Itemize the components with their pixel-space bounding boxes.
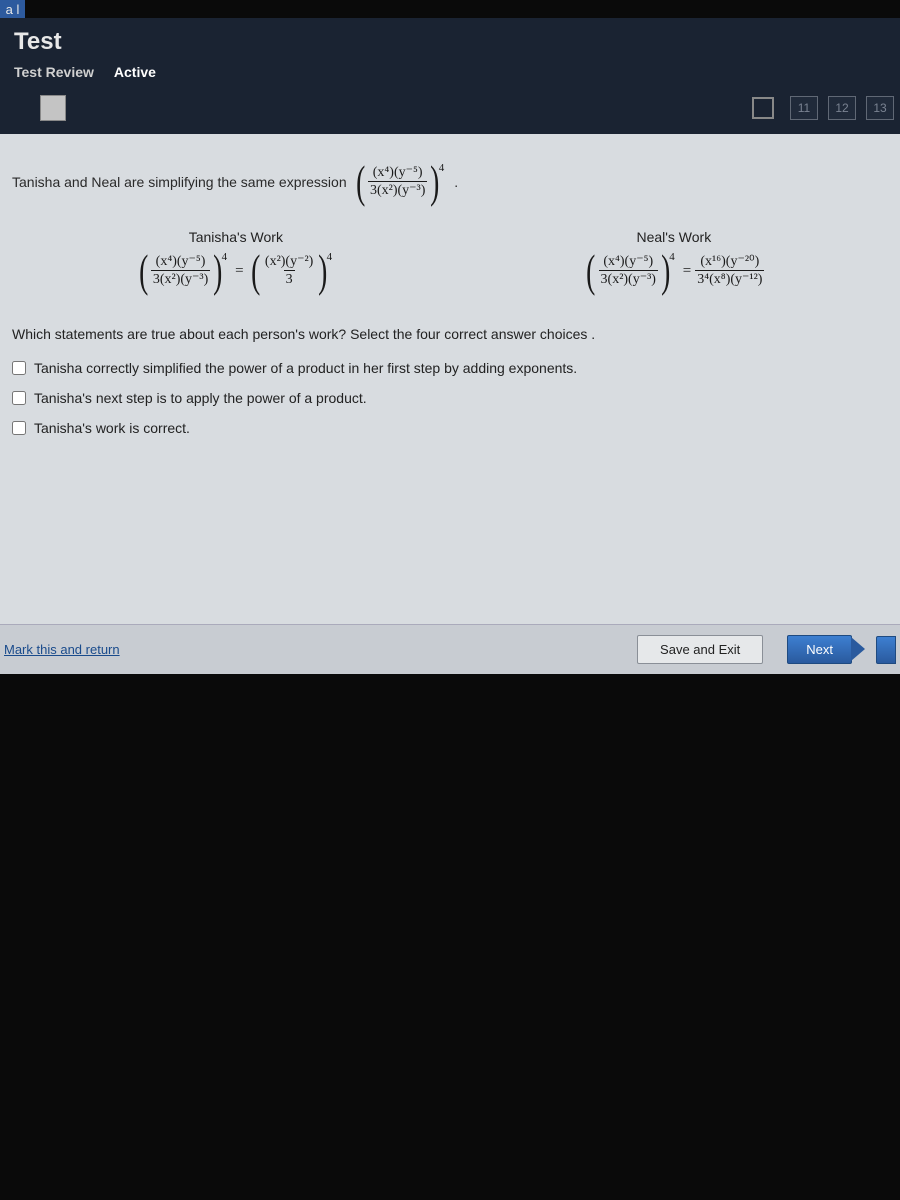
partial-button-fragment[interactable] [876,636,896,664]
page-title: Test [0,20,900,60]
expr-numerator: (x⁴)(y⁻⁵) [371,165,425,181]
subtitle-active: Active [114,64,156,80]
mark-return-link[interactable]: Mark this and return [4,642,120,657]
expr-exponent: 4 [439,162,445,174]
option-2-label: Tanisha's next step is to apply the powe… [34,390,367,406]
equals-sign: = [683,263,691,280]
partial-header-fragment: a l [0,0,25,18]
neal-rhs-den: 3⁴(x⁸)(y⁻¹²) [695,270,764,288]
page-num-13[interactable]: 13 [866,96,894,120]
option-1-checkbox[interactable] [12,361,26,375]
neal-lhs: ( (x⁴)(y⁻⁵) 3(x²)(y⁻³) ) 4 [583,253,679,290]
option-2[interactable]: Tanisha's next step is to apply the powe… [12,390,888,406]
instruction-text: Which statements are true about each per… [12,326,888,342]
current-question-box[interactable] [40,95,66,121]
expr-denominator: 3(x²)(y⁻³) [368,181,427,199]
equals-sign: = [235,263,243,280]
next-button[interactable]: Next [787,635,852,664]
save-exit-button[interactable]: Save and Exit [637,635,763,664]
neal-rhs-num: (x¹⁶)(y⁻²⁰) [698,254,761,270]
option-1-label: Tanisha correctly simplified the power o… [34,360,577,376]
tanisha-work: Tanisha's Work ( (x⁴)(y⁻⁵) 3(x²)(y⁻³) ) … [136,229,337,290]
page-num-12[interactable]: 12 [828,96,856,120]
nav-checkbox[interactable] [752,97,774,119]
prompt-period: . [454,174,458,190]
question-content: Tanisha and Neal are simplifying the sam… [0,134,900,624]
prompt-text: Tanisha and Neal are simplifying the sam… [12,174,347,190]
tanisha-title: Tanisha's Work [136,229,337,245]
neal-lhs-num: (x⁴)(y⁻⁵) [601,254,655,270]
neal-lhs-exp: 4 [669,251,675,263]
test-header: Test Test Review Active 11 12 13 [0,18,900,134]
tanisha-rhs-num: (x²)(y⁻²) [263,254,315,270]
tanisha-rhs-den: 3 [284,270,295,288]
neal-rhs: (x¹⁶)(y⁻²⁰) 3⁴(x⁸)(y⁻¹²) [695,254,764,288]
subtitle-review: Test Review [14,64,94,80]
tanisha-rhs: ( (x²)(y⁻²) 3 ) 4 [248,253,337,290]
option-2-checkbox[interactable] [12,391,26,405]
tanisha-lhs-den: 3(x²)(y⁻³) [151,270,210,288]
next-label: Next [806,642,833,657]
neal-title: Neal's Work [583,229,764,245]
page-num-11[interactable]: 11 [790,96,818,120]
tanisha-lhs: ( (x⁴)(y⁻⁵) 3(x²)(y⁻³) ) 4 [136,253,232,290]
option-1[interactable]: Tanisha correctly simplified the power o… [12,360,888,376]
option-3[interactable]: Tanisha's work is correct. [12,420,888,436]
question-prompt: Tanisha and Neal are simplifying the sam… [12,164,888,201]
main-expression: ( (x⁴)(y⁻⁵) 3(x²)(y⁻³) ) 4 [353,164,449,201]
neal-work: Neal's Work ( (x⁴)(y⁻⁵) 3(x²)(y⁻³) ) 4 =… [583,229,764,290]
footer-bar: Mark this and return Save and Exit Next [0,624,900,674]
option-3-label: Tanisha's work is correct. [34,420,190,436]
tanisha-rhs-exp: 4 [327,251,333,263]
option-3-checkbox[interactable] [12,421,26,435]
neal-lhs-den: 3(x²)(y⁻³) [599,270,658,288]
tanisha-lhs-exp: 4 [222,251,228,263]
question-nav: 11 12 13 [0,90,900,130]
tanisha-lhs-num: (x⁴)(y⁻⁵) [154,254,208,270]
